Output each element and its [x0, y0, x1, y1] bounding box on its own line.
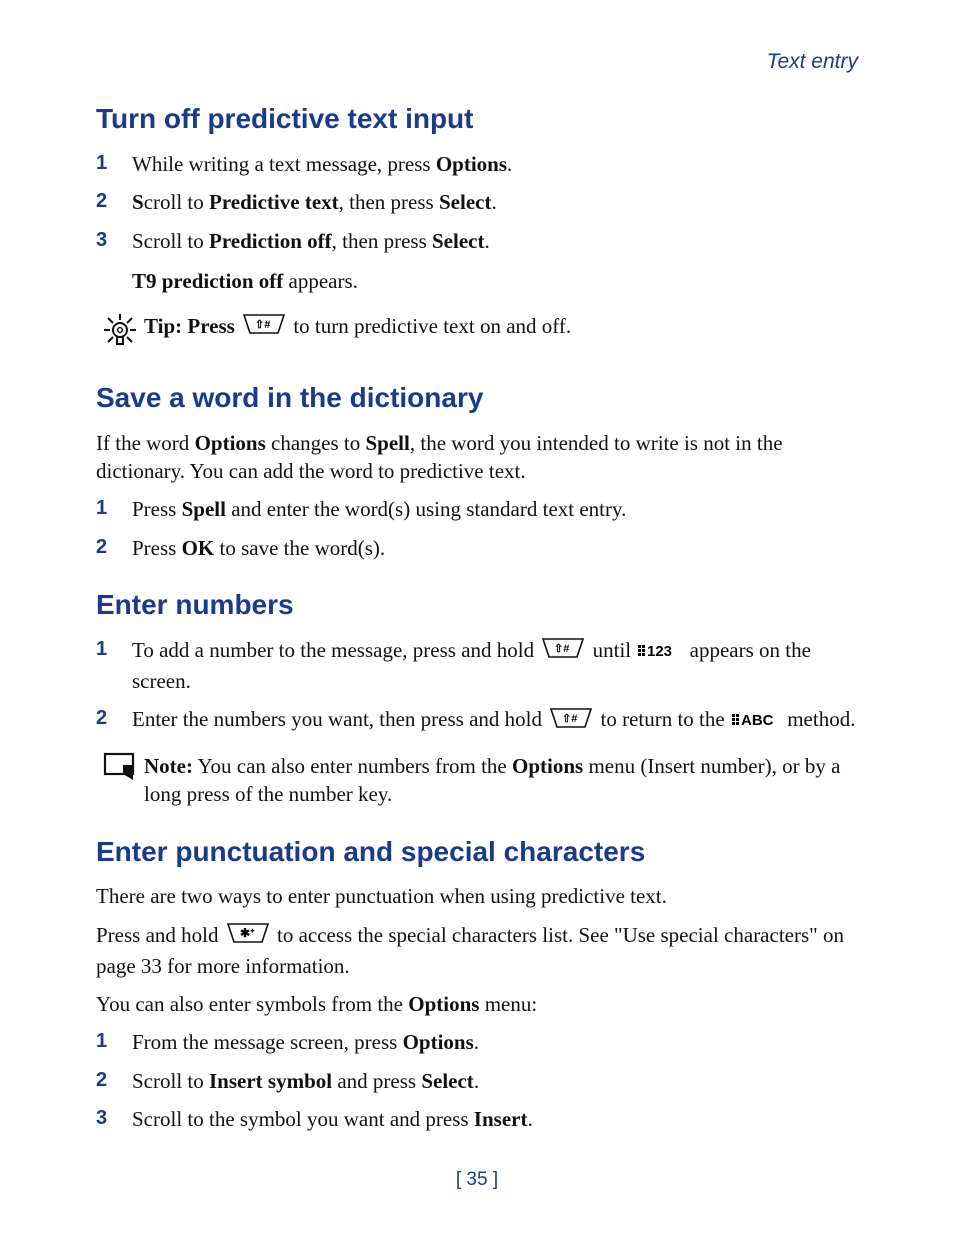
step-text: Scroll to the symbol you want and press … — [132, 1105, 858, 1133]
heading-enter-numbers: Enter numbers — [96, 586, 858, 624]
list-item: 2 Scroll to Insert symbol and press Sele… — [96, 1067, 858, 1095]
step-number: 2 — [96, 534, 132, 562]
steps-turn-off: 1 While writing a text message, press Op… — [96, 150, 858, 295]
step-number: 2 — [96, 1067, 132, 1095]
steps-enter-numbers: 1 To add a number to the message, press … — [96, 636, 858, 736]
lightbulb-icon — [96, 312, 144, 355]
step-text: Press Spell and enter the word(s) using … — [132, 495, 858, 523]
paragraph: Press and hold to access the special cha… — [96, 921, 858, 980]
list-item: 3 Scroll to the symbol you want and pres… — [96, 1105, 858, 1133]
paragraph: If the word Options changes to Spell, th… — [96, 429, 858, 486]
note-icon — [96, 752, 144, 789]
note-text: Note: You can also enter numbers from th… — [144, 752, 858, 809]
heading-turn-off-predictive: Turn off predictive text input — [96, 100, 858, 138]
step-text: Enter the numbers you want, then press a… — [132, 705, 858, 736]
mode-123-icon — [638, 638, 682, 666]
step-text: Scroll to Prediction off, then press Sel… — [132, 227, 858, 296]
steps-save-word: 1 Press Spell and enter the word(s) usin… — [96, 495, 858, 562]
step-number: 2 — [96, 705, 132, 736]
step-text: Scroll to Insert symbol and press Select… — [132, 1067, 858, 1095]
hash-key-icon — [549, 707, 593, 736]
step-text: Press OK to save the word(s). — [132, 534, 858, 562]
list-item: 1 To add a number to the message, press … — [96, 636, 858, 695]
step-number: 1 — [96, 1028, 132, 1056]
heading-save-word: Save a word in the dictionary — [96, 379, 858, 417]
steps-enter-punctuation: 1 From the message screen, press Options… — [96, 1028, 858, 1133]
breadcrumb: Text entry — [767, 50, 858, 73]
step-number: 1 — [96, 495, 132, 523]
hash-key-icon — [242, 313, 286, 342]
page-number: [ 35 ] — [96, 1167, 858, 1193]
mode-abc-icon — [732, 707, 780, 735]
step-text: Scroll to Predictive text, then press Se… — [132, 188, 858, 216]
list-item: 3 Scroll to Prediction off, then press S… — [96, 227, 858, 296]
step-text: While writing a text message, press Opti… — [132, 150, 858, 178]
tip-callout: Tip: Press to turn predictive text on an… — [96, 312, 858, 355]
step-text: To add a number to the message, press an… — [132, 636, 858, 695]
step-number: 2 — [96, 188, 132, 216]
step-number: 1 — [96, 636, 132, 695]
step-number: 3 — [96, 1105, 132, 1133]
heading-enter-punctuation: Enter punctuation and special characters — [96, 833, 858, 871]
list-item: 1 While writing a text message, press Op… — [96, 150, 858, 178]
tip-text: Tip: Press to turn predictive text on an… — [144, 312, 858, 343]
step-result: T9 prediction off appears. — [132, 267, 858, 295]
list-item: 2 Scroll to Predictive text, then press … — [96, 188, 858, 216]
page-header: Text entry — [96, 48, 858, 76]
star-key-icon — [226, 922, 270, 951]
hash-key-icon — [541, 637, 585, 666]
list-item: 1 From the message screen, press Options… — [96, 1028, 858, 1056]
step-text: From the message screen, press Options. — [132, 1028, 858, 1056]
list-item: 2 Press OK to save the word(s). — [96, 534, 858, 562]
paragraph: You can also enter symbols from the Opti… — [96, 990, 858, 1018]
note-callout: Note: You can also enter numbers from th… — [96, 752, 858, 809]
paragraph: There are two ways to enter punctuation … — [96, 882, 858, 910]
list-item: 2 Enter the numbers you want, then press… — [96, 705, 858, 736]
list-item: 1 Press Spell and enter the word(s) usin… — [96, 495, 858, 523]
step-number: 1 — [96, 150, 132, 178]
step-number: 3 — [96, 227, 132, 296]
